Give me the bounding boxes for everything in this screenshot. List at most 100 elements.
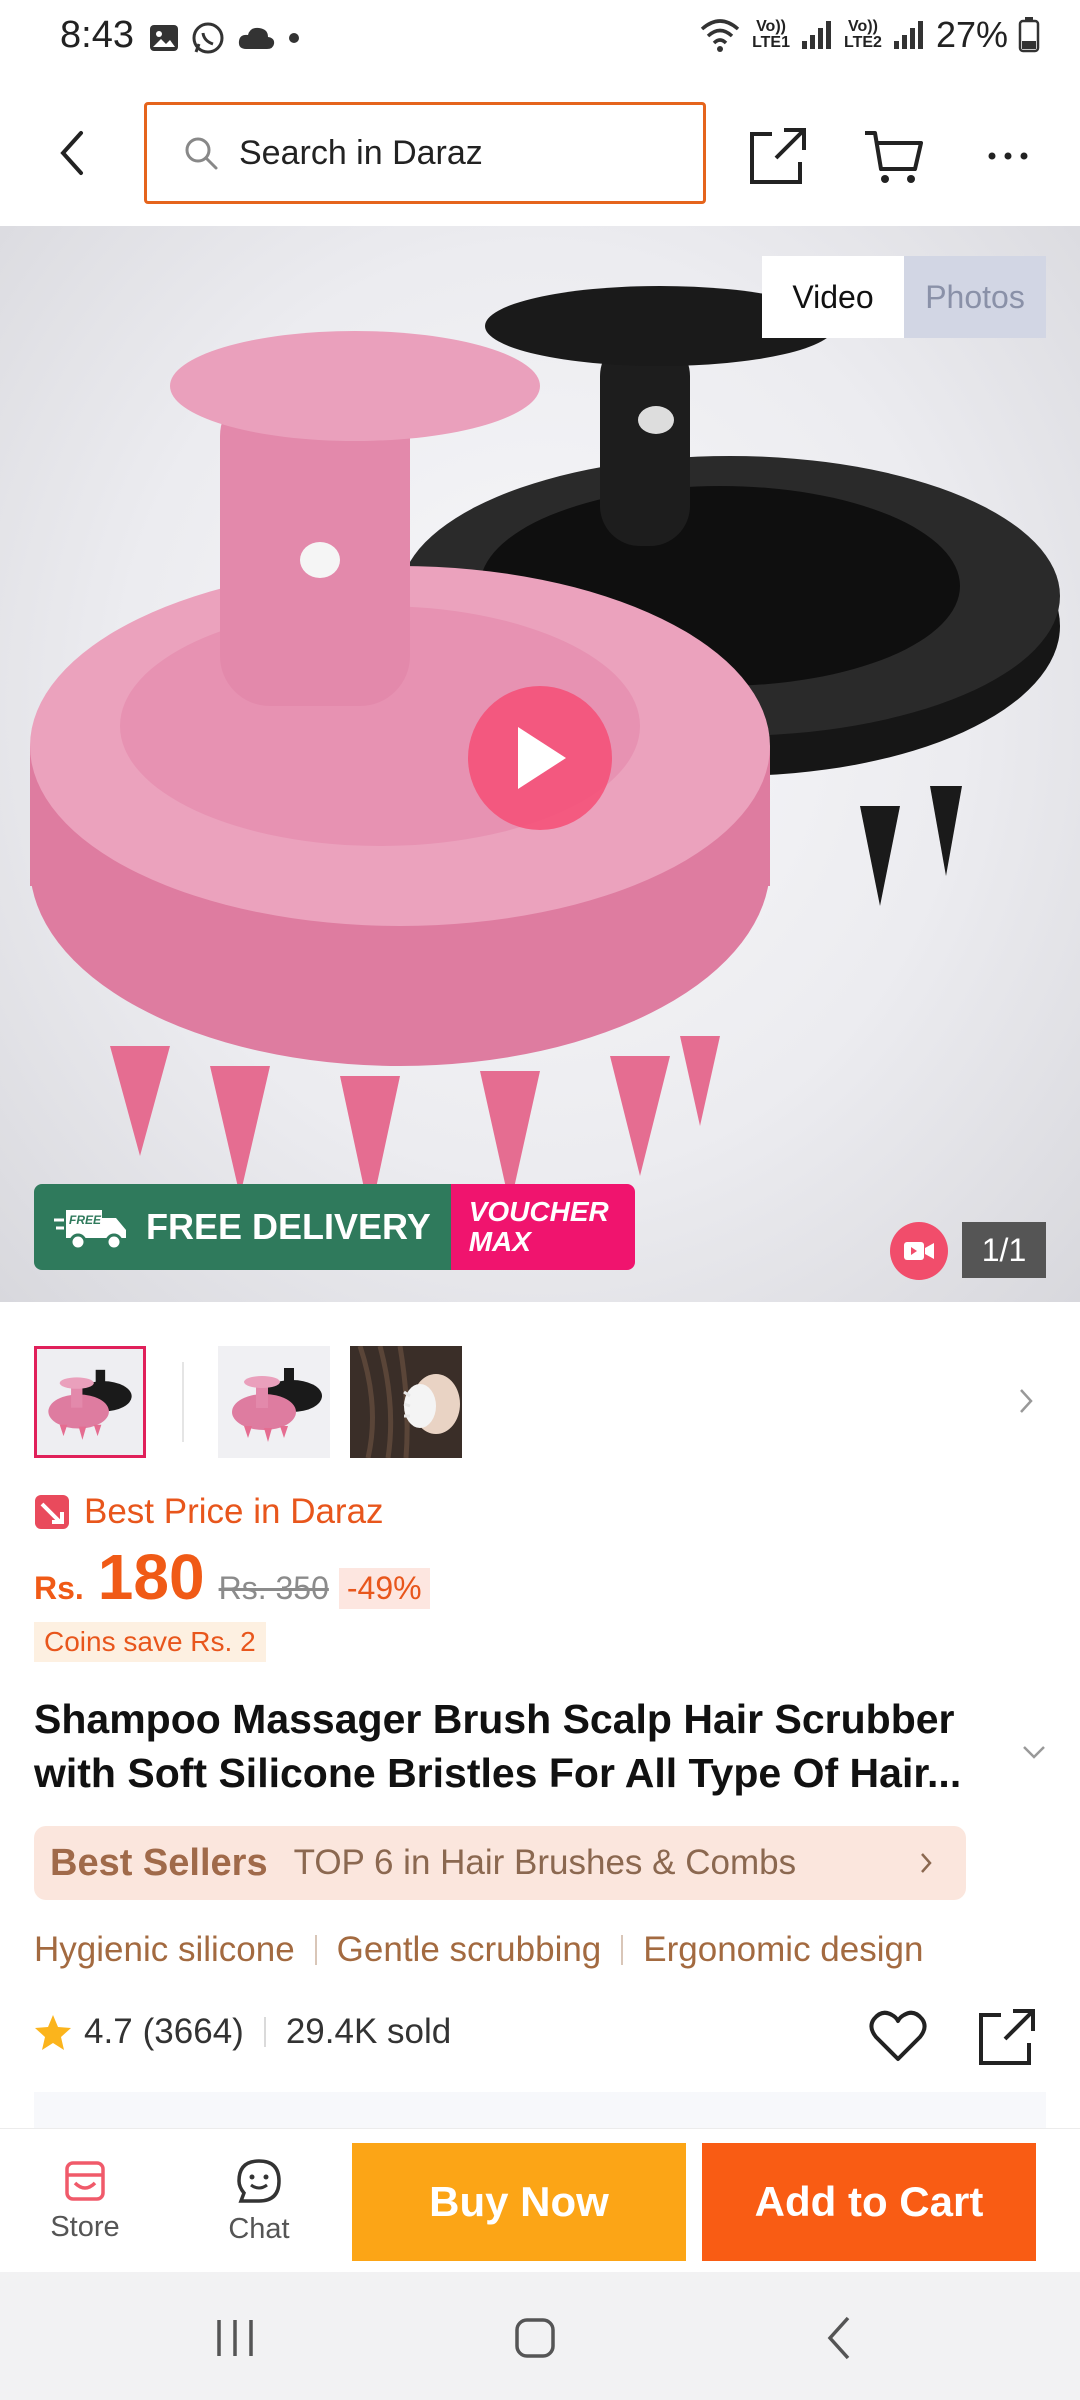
free-delivery-text: FREE DELIVERY [146, 1206, 431, 1247]
voucher-max-text: MAX [468, 1226, 531, 1257]
wishlist-button[interactable] [866, 2004, 930, 2068]
home-button[interactable] [500, 2308, 570, 2368]
expand-title-button[interactable] [1014, 1734, 1054, 1770]
thumbnail-strip [34, 1346, 1046, 1458]
chat-button[interactable]: Chat [184, 2129, 334, 2273]
cart-icon [865, 131, 923, 183]
coins-save-badge: Coins save Rs. 2 [34, 1622, 266, 1662]
thumbnails-next-button[interactable] [1006, 1376, 1046, 1426]
dot-icon [289, 33, 299, 43]
thumbnail-divider [182, 1362, 184, 1442]
sim1-label: Vo)) LTE1 [752, 18, 790, 51]
whatsapp-icon [192, 22, 224, 54]
gallery-icon [150, 25, 178, 51]
product-title[interactable]: Shampoo Massager Brush Scalp Hair Scrubb… [34, 1692, 1014, 1800]
video-camera-icon [904, 1242, 934, 1260]
sim2-label: Vo)) LTE2 [844, 18, 882, 51]
price-currency: Rs. [34, 1570, 84, 1606]
voucher-text: VOUCHER [468, 1196, 609, 1227]
feature-divider [314, 1935, 317, 1965]
play-button[interactable] [468, 686, 612, 830]
next-section-peek [34, 2092, 1046, 2128]
chat-label: Chat [228, 2212, 290, 2245]
share-product-button[interactable] [974, 2004, 1040, 2070]
notification-icons [148, 20, 302, 56]
feature-tag: Gentle scrubbing [336, 1930, 602, 1969]
signal-icon [893, 21, 923, 49]
product-media[interactable]: Video Photos FREE FREE DELIVERY VOUCHER … [0, 226, 1080, 1302]
cart-button[interactable] [862, 124, 926, 188]
more-options-button[interactable] [976, 124, 1040, 188]
recents-icon [217, 2320, 253, 2356]
star-icon [35, 2015, 71, 2050]
tab-photos[interactable]: Photos [904, 256, 1046, 338]
wifi-icon [700, 19, 740, 52]
bottom-action-bar: Store Chat Buy Now Add to Cart [0, 2128, 1080, 2272]
chevron-down-icon [1023, 1746, 1045, 1759]
best-price-text: Best Price in Daraz [84, 1492, 384, 1531]
rating-count: (3664) [142, 2012, 244, 2051]
thumbnail-photo-2[interactable] [350, 1346, 462, 1458]
status-time: 8:43 [60, 14, 134, 56]
system-nav-bar [0, 2272, 1080, 2400]
share-icon [750, 128, 806, 184]
discount-badge: -49% [338, 1568, 430, 1609]
store-button[interactable]: Store [10, 2129, 160, 2273]
share-icon [979, 2009, 1035, 2065]
sold-count: 29.4K sold [285, 2012, 452, 2051]
price-tag-icon [35, 1495, 69, 1529]
search-input[interactable]: Search in Daraz [144, 102, 706, 204]
best-sellers-title: Best Sellers [50, 1841, 268, 1884]
signal-icon [802, 21, 831, 49]
rating-divider [263, 2017, 266, 2047]
buy-now-button[interactable]: Buy Now [352, 2143, 686, 2261]
top-nav: Search in Daraz [0, 80, 1080, 226]
voucher-max-badge: VOUCHER MAX [450, 1184, 635, 1270]
thumbnail-image [350, 1346, 462, 1458]
status-indicators: Vo)) LTE1 Vo)) LTE2 27% [698, 14, 1040, 56]
rating-row[interactable]: 4.7 (3664) 29.4K sold [34, 2012, 451, 2052]
cloud-icon [238, 27, 275, 49]
video-indicator [890, 1222, 948, 1280]
system-back-button[interactable] [804, 2308, 874, 2368]
back-icon [827, 2316, 850, 2360]
feature-tag: Hygienic silicone [34, 1930, 295, 1969]
search-placeholder: Search in Daraz [239, 133, 483, 172]
thumbnail-image [37, 1349, 143, 1455]
status-bar: 8:43 Vo)) LTE1 Vo)) LTE2 27% [0, 0, 1080, 80]
best-sellers-banner[interactable]: Best Sellers TOP 6 in Hair Brushes & Com… [34, 1826, 966, 1900]
battery-icon [1018, 17, 1040, 53]
rating-score: 4.7 [84, 2012, 133, 2051]
play-icon [518, 727, 566, 789]
chevron-right-icon [1020, 1389, 1033, 1413]
share-button[interactable] [746, 124, 810, 188]
free-badge-text: FREE [69, 1213, 102, 1227]
thumbnail-photo-1[interactable] [218, 1346, 330, 1458]
more-icon [988, 152, 1028, 160]
heart-icon [869, 2010, 927, 2061]
feature-divider [621, 1935, 624, 1965]
back-arrow-icon [60, 131, 83, 175]
media-counter: 1/1 [962, 1222, 1046, 1278]
search-icon [185, 137, 218, 170]
store-label: Store [50, 2210, 120, 2243]
free-delivery-badge: FREE FREE DELIVERY [34, 1184, 451, 1270]
chevron-right-icon [906, 1843, 946, 1883]
recents-button[interactable] [200, 2308, 270, 2368]
delivery-truck-icon: FREE [54, 1210, 126, 1251]
store-icon [65, 2160, 105, 2201]
home-icon [515, 2318, 555, 2358]
thumbnail-image [218, 1346, 330, 1458]
price-original: Rs. 350 [218, 1570, 329, 1606]
add-to-cart-button[interactable]: Add to Cart [702, 2143, 1036, 2261]
chat-icon [237, 2158, 281, 2203]
feature-tag: Ergonomic design [643, 1930, 924, 1969]
media-tabs: Video Photos [762, 256, 1046, 338]
price-current: 180 [97, 1541, 205, 1613]
tab-video[interactable]: Video [762, 256, 904, 338]
thumbnail-video[interactable] [34, 1346, 146, 1458]
price-row: Rs. 180 Rs. 350 -49% [34, 1540, 430, 1614]
promo-banner: FREE FREE DELIVERY VOUCHER MAX [34, 1184, 635, 1270]
best-price-badge[interactable]: Best Price in Daraz [34, 1492, 384, 1532]
back-button[interactable] [44, 118, 100, 188]
